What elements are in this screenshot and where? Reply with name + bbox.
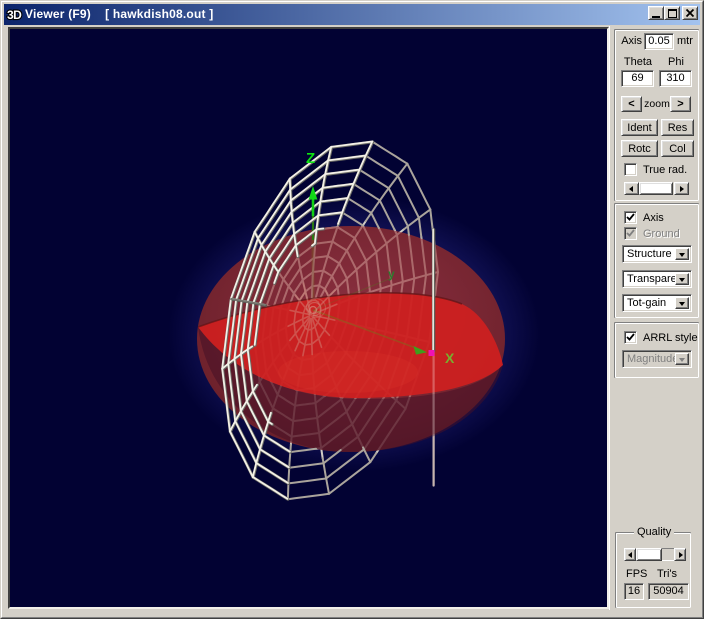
- svg-text:Z: Z: [306, 150, 315, 167]
- svg-text:3D: 3D: [7, 8, 22, 22]
- svg-text:y: y: [388, 267, 395, 281]
- svg-text:X: X: [445, 350, 455, 366]
